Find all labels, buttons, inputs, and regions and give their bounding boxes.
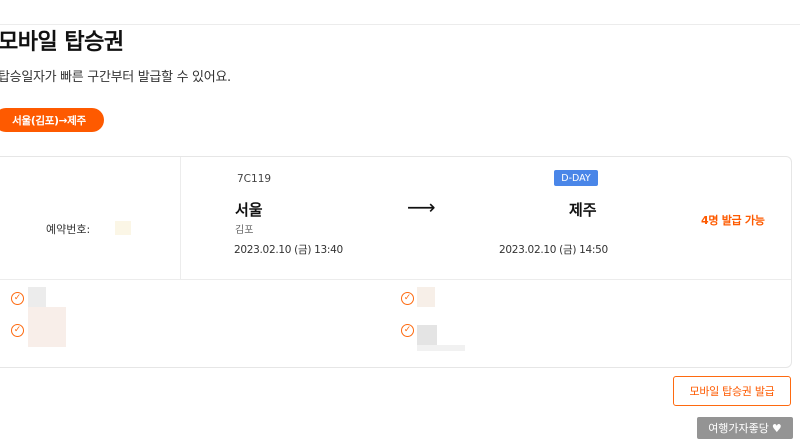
reservation-number-redacted — [115, 221, 131, 235]
route-chip[interactable]: 서울(김포)→제주 — [0, 108, 104, 132]
departure-datetime: 2023.02.10 (금) 13:40 — [234, 244, 343, 256]
passenger-name-redacted — [417, 287, 435, 307]
card-divider — [180, 157, 181, 279]
heart-icon: ♥ — [771, 421, 782, 435]
flight-number: 7C119 — [237, 173, 272, 185]
issue-mobile-boarding-pass-button[interactable]: 모바일 탑승권 발급 — [673, 376, 791, 406]
page-subtitle: 탑승일자가 빠른 구간부터 발급할 수 있어요. — [0, 70, 231, 85]
arrival-datetime: 2023.02.10 (금) 14:50 — [499, 244, 608, 256]
passenger-checked-icon[interactable]: ✓ — [401, 324, 414, 337]
passenger-checked-icon[interactable]: ✓ — [11, 292, 24, 305]
watermark: 여행가자좋당 ♥ — [697, 417, 793, 439]
passenger-name-redacted — [28, 287, 46, 307]
reservation-label: 예약번호: — [46, 223, 91, 236]
booking-card: 예약번호: 7C119 D-DAY 서울 ⟶ 제주 김포 2023.02.10 … — [0, 156, 792, 368]
passenger-checked-icon[interactable]: ✓ — [401, 292, 414, 305]
dday-badge: D-DAY — [554, 170, 598, 186]
flight-info-section: 예약번호: 7C119 D-DAY 서울 ⟶ 제주 김포 2023.02.10 … — [0, 157, 791, 280]
issue-availability: 4명 발급 가능 — [701, 214, 765, 227]
arrival-city: 제주 — [569, 201, 597, 219]
page-title: 모바일 탑승권 — [0, 30, 124, 55]
passenger-checked-icon[interactable]: ✓ — [11, 324, 24, 337]
departure-airport: 김포 — [235, 225, 254, 236]
route-arrow-icon: ⟶ — [407, 195, 436, 219]
passenger-name-redacted — [417, 345, 465, 351]
departure-city: 서울 — [235, 201, 263, 219]
passenger-name-redacted — [417, 325, 437, 345]
passenger-name-redacted — [28, 307, 66, 347]
watermark-text: 여행가자좋당 — [708, 422, 769, 435]
